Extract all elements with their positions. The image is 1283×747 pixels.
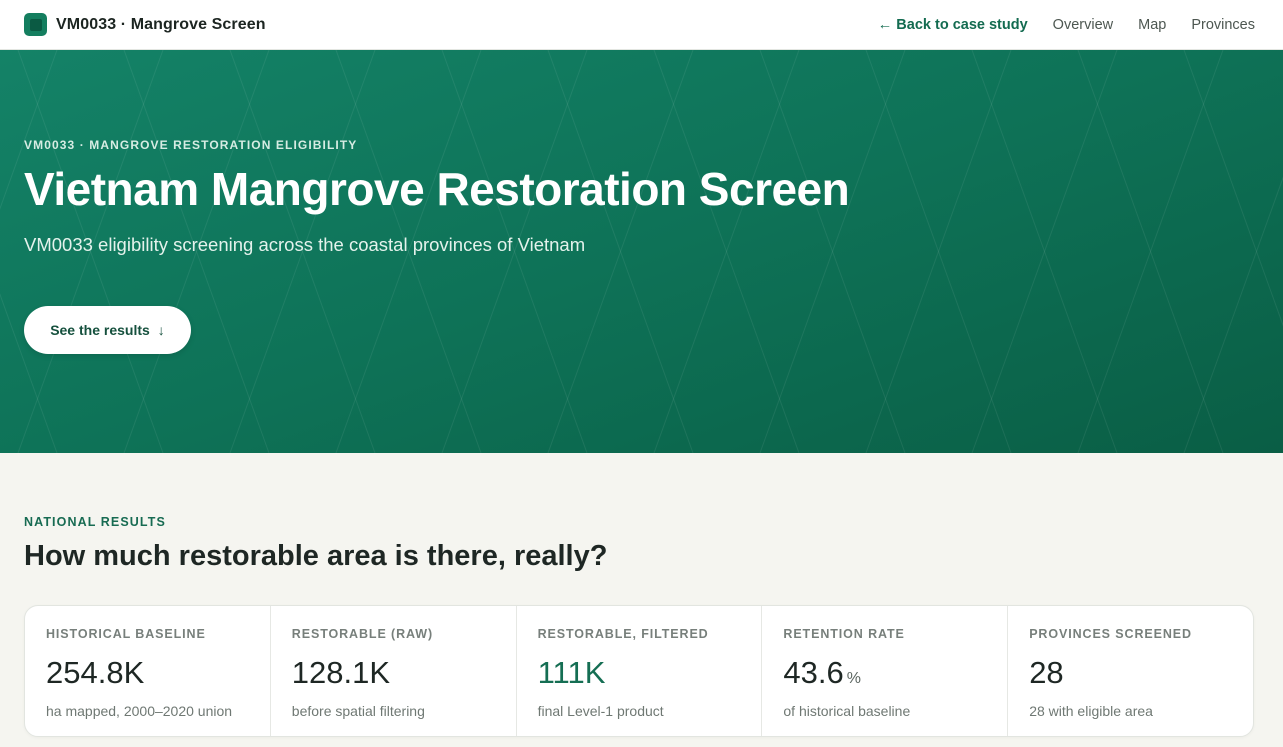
stat-label: RESTORABLE, FILTERED — [537, 627, 709, 641]
hero-subtitle: VM0033 eligibility screening across the … — [24, 234, 586, 255]
stat-card-historical-baseline: HISTORICAL BASELINE 254.8K ha mapped, 20… — [25, 606, 271, 736]
see-results-button[interactable]: See the results ↓ — [24, 306, 191, 354]
arrow-down-icon: ↓ — [157, 322, 165, 338]
brand[interactable]: VM0033 · Mangrove Screen — [24, 13, 266, 36]
stat-caption: 28 with eligible area — [1029, 703, 1153, 719]
hero-banner: VM0033 · MANGROVE RESTORATION ELIGIBILIT… — [0, 50, 1283, 453]
stat-caption: before spatial filtering — [291, 703, 425, 719]
stat-card-retention-rate: RETENTION RATE 43.6% of historical basel… — [762, 606, 1009, 736]
stat-unit: % — [846, 670, 861, 687]
stat-number: 43.6 — [783, 655, 844, 690]
stat-value: 254.8K — [46, 655, 250, 693]
stat-caption: ha mapped, 2000–2020 union — [46, 703, 233, 719]
section-title: How much restorable area is there, reall… — [24, 540, 608, 572]
stats-panel: HISTORICAL BASELINE 254.8K ha mapped, 20… — [24, 605, 1254, 737]
nav-map[interactable]: Map — [1138, 17, 1166, 33]
nav-overview[interactable]: Overview — [1053, 17, 1113, 33]
stat-label: HISTORICAL BASELINE — [46, 627, 206, 641]
main-nav: ← Back to case study Overview Map Provin… — [878, 17, 1255, 33]
nav-provinces[interactable]: Provinces — [1191, 17, 1255, 33]
stat-card-restorable-filtered: RESTORABLE, FILTERED 111K final Level-1 … — [517, 606, 763, 736]
stat-number: 28 — [1029, 655, 1064, 690]
stat-caption: of historical baseline — [783, 703, 911, 719]
section-eyebrow: NATIONAL RESULTS — [24, 515, 166, 529]
stat-label: RESTORABLE (RAW) — [291, 627, 434, 641]
stat-value: 28 — [1029, 655, 1233, 693]
stat-caption: final Level-1 product — [537, 703, 664, 719]
hero-title: Vietnam Mangrove Restoration Screen — [24, 163, 850, 215]
stat-value: 43.6% — [783, 655, 987, 693]
stat-value: 111K — [538, 655, 742, 693]
nav-back-to-case-study[interactable]: ← Back to case study — [878, 17, 1028, 33]
stat-number: 128.1K — [291, 655, 391, 690]
brand-title: VM0033 · Mangrove Screen — [56, 15, 266, 33]
stat-label: PROVINCES SCREENED — [1029, 627, 1192, 641]
stat-label: RETENTION RATE — [783, 627, 905, 641]
stat-card-restorable-raw: RESTORABLE (RAW) 128.1K before spatial f… — [271, 606, 517, 736]
top-navigation-bar: VM0033 · Mangrove Screen ← Back to case … — [0, 0, 1283, 50]
stat-value: 128.1K — [292, 655, 496, 693]
see-results-label: See the results — [50, 322, 150, 338]
hero-eyebrow: VM0033 · MANGROVE RESTORATION ELIGIBILIT… — [24, 138, 358, 152]
stat-card-provinces-screened: PROVINCES SCREENED 28 28 with eligible a… — [1008, 606, 1253, 736]
logo-icon — [24, 13, 47, 36]
stat-number: 111K — [537, 655, 606, 690]
stat-number: 254.8K — [46, 655, 145, 690]
